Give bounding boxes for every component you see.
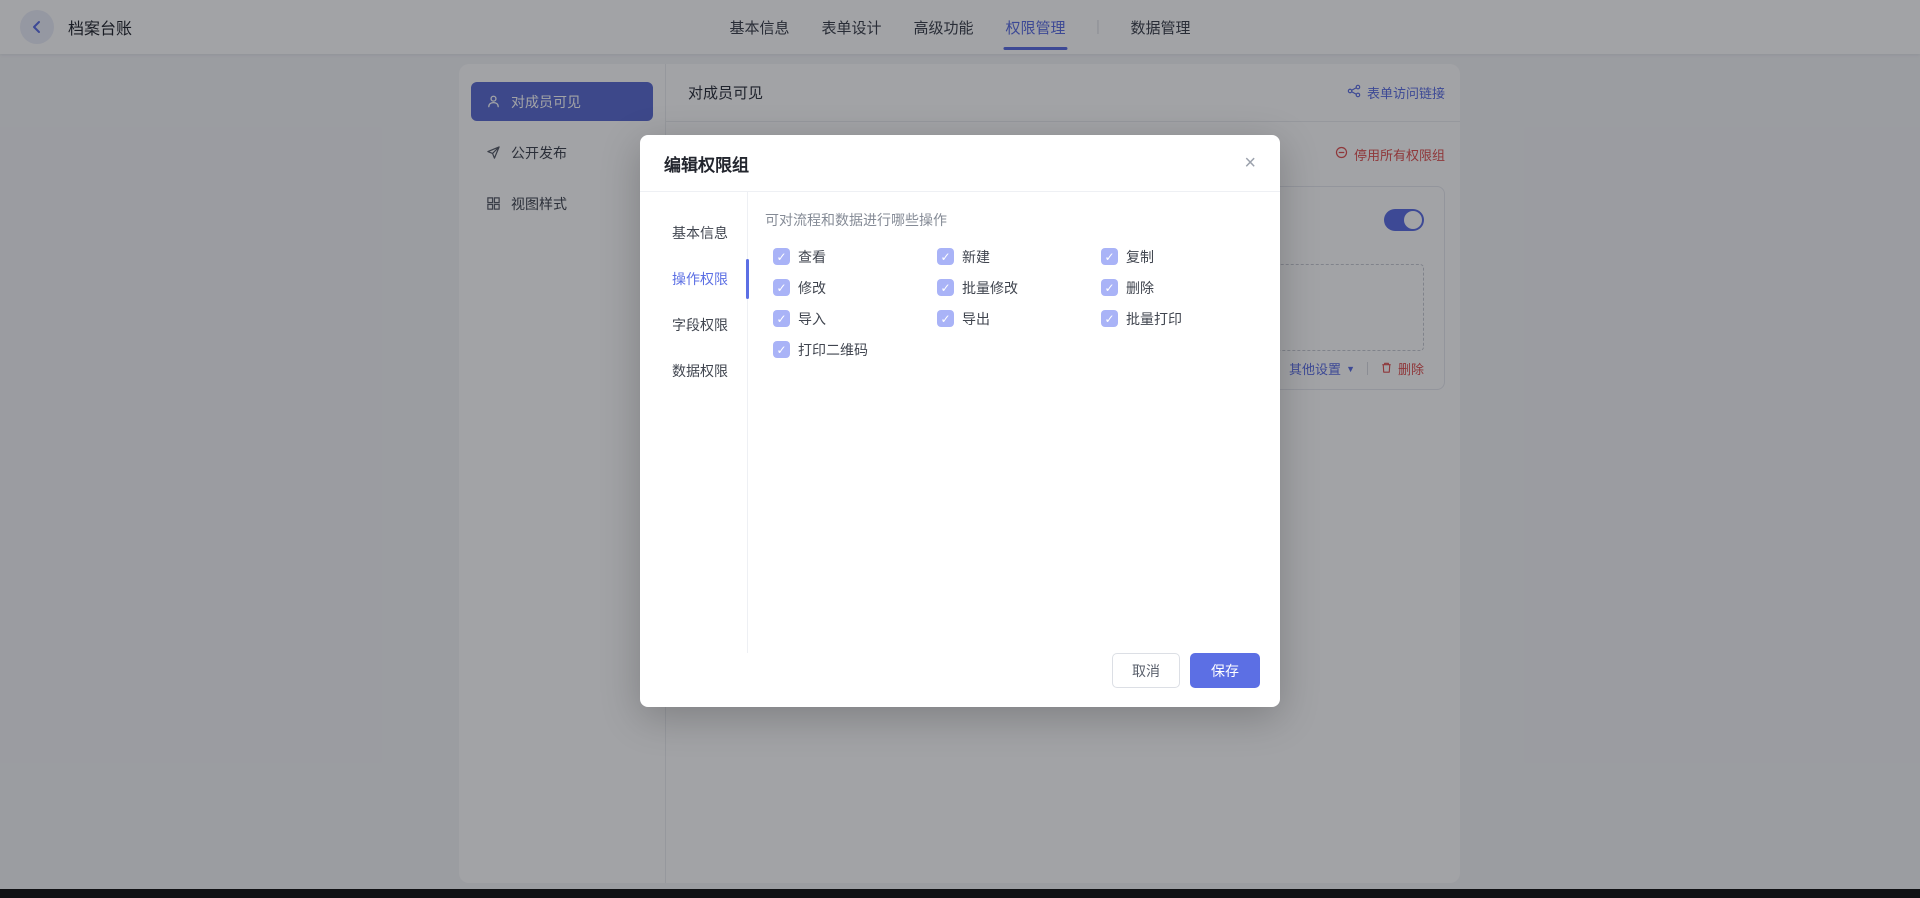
permission-checkbox-batch-print[interactable]: ✓ 批量打印 [1101,307,1280,330]
permission-checkbox-modify[interactable]: ✓ 修改 [773,276,937,299]
modal-tab-data-permission[interactable]: 数据权限 [640,348,747,394]
permission-grid: ✓ 查看 ✓ 新建 ✓ 复制 ✓ 修改 ✓ 批量修改 ✓ 删除 ✓ 导入 ✓ 导出 ✓ 批量打印 … [773,245,1280,361]
modal-body: 基本信息 操作权限 字段权限 数据权限 可对流程和数据进行哪些操作 ✓ 查看 ✓ 新… [640,192,1280,653]
checked-checkbox-icon[interactable]: ✓ [773,310,790,327]
checked-checkbox-icon[interactable]: ✓ [773,248,790,265]
modal-header: 编辑权限组 × [640,135,1280,192]
checked-checkbox-icon[interactable]: ✓ [937,279,954,296]
permission-checkbox-batch-modify[interactable]: ✓ 批量修改 [937,276,1101,299]
checked-checkbox-icon[interactable]: ✓ [937,310,954,327]
permission-checkbox-export[interactable]: ✓ 导出 [937,307,1101,330]
close-icon[interactable]: × [1244,153,1256,173]
save-button[interactable]: 保存 [1190,653,1260,688]
permission-checkbox-create[interactable]: ✓ 新建 [937,245,1101,268]
modal-tab-operation-permission[interactable]: 操作权限 [640,256,749,302]
permission-checkbox-copy[interactable]: ✓ 复制 [1101,245,1280,268]
checked-checkbox-icon[interactable]: ✓ [937,248,954,265]
permission-checkbox-print-qrcode[interactable]: ✓ 打印二维码 [773,338,937,361]
modal-tab-basic-info[interactable]: 基本信息 [640,210,747,256]
modal-tab-field-permission[interactable]: 字段权限 [640,302,747,348]
modal-tabs: 基本信息 操作权限 字段权限 数据权限 [640,192,749,653]
modal-footer: 取消 保存 [640,653,1280,707]
permission-checkbox-view[interactable]: ✓ 查看 [773,245,937,268]
checked-checkbox-icon[interactable]: ✓ [1101,310,1118,327]
checked-checkbox-icon[interactable]: ✓ [1101,279,1118,296]
checked-checkbox-icon[interactable]: ✓ [1101,248,1118,265]
edit-permission-group-modal: 编辑权限组 × 基本信息 操作权限 字段权限 数据权限 可对流程和数据进行哪些操… [640,135,1280,707]
checked-checkbox-icon[interactable]: ✓ [773,279,790,296]
modal-content: 可对流程和数据进行哪些操作 ✓ 查看 ✓ 新建 ✓ 复制 ✓ 修改 ✓ 批量修改 ✓ 删除 … [748,192,1280,653]
permission-checkbox-import[interactable]: ✓ 导入 [773,307,937,330]
checked-checkbox-icon[interactable]: ✓ [773,341,790,358]
cancel-button[interactable]: 取消 [1112,653,1180,688]
permission-checkbox-delete[interactable]: ✓ 删除 [1101,276,1280,299]
section-label: 可对流程和数据进行哪些操作 [765,212,947,228]
modal-title: 编辑权限组 [664,155,749,175]
